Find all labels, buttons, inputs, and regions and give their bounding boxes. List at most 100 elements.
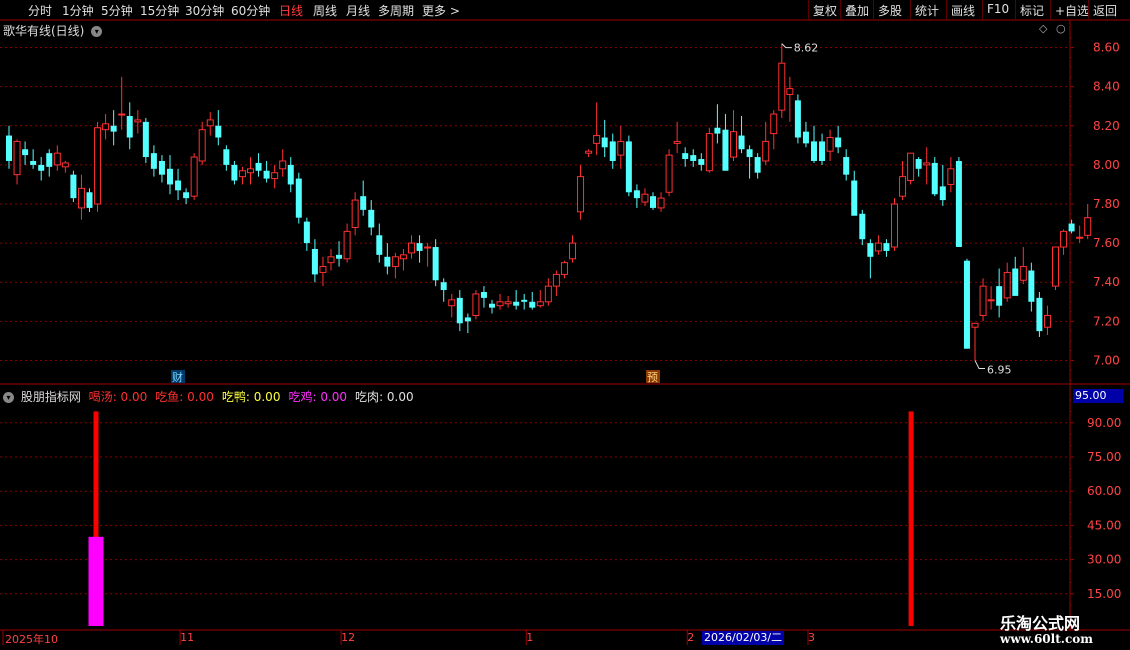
candle-body [971,322,979,328]
candle-body [223,149,230,165]
candle-body [118,113,126,116]
candle-body [1003,271,1011,299]
candle-body [271,172,279,180]
candle-body [641,193,649,203]
candle-body [424,246,432,249]
candle-body [513,301,520,306]
event-marker: 预 [647,371,658,384]
candle-body [167,168,173,185]
candle-body [30,160,37,165]
candle-body [295,178,302,218]
candle-body [53,152,61,166]
candle-body [593,135,601,144]
candle-body [61,162,69,168]
indicator-y-tick: 15.00 [1087,587,1121,601]
indicator-name: 吃鱼 [155,390,180,404]
high-marker: 8.62 [794,42,819,55]
candle-body [521,299,528,302]
candle-body [794,100,801,138]
candle-body [126,116,133,138]
candle-body [714,127,721,134]
y-tick-label: 8.20 [1093,119,1120,133]
candle-body [859,213,866,240]
candle-body [1036,297,1043,332]
candle-body [504,301,512,305]
candle-body [1084,217,1092,236]
candle-body [923,162,931,166]
candle-body [77,187,85,209]
kline-chart[interactable]: 8.60 8.40 8.20 8.00 7.80 7.60 7.40 7.20 7.00 8.62… [0,0,1130,650]
indicator-title: 股朋指标网 [20,390,81,404]
candle-body [1076,236,1084,239]
candle-body [891,203,898,248]
candle-body [979,285,987,316]
candle-body [303,221,310,244]
candle-body [150,153,157,169]
candle-body [6,135,12,161]
candle-body [754,157,761,173]
candle-body [86,192,93,208]
x-axis-label: 11 [180,631,195,644]
candle-body [456,297,463,324]
candle-body [360,196,367,210]
candle-body [376,235,383,255]
cursor-date: 2026/02/03/二 [702,631,785,645]
candle-body [819,141,826,161]
indicator-y-tick: 30.00 [1087,553,1121,567]
candle-body [931,162,938,195]
indicator-value: 0.00 [320,390,348,404]
candle-body [206,119,214,127]
candle-body [955,160,962,248]
candle-body [698,159,705,165]
candle-body [690,155,697,161]
candle-body [440,282,447,291]
candle-body [778,62,786,111]
candle-body [399,254,407,260]
x-axis-label: 2 [687,631,695,644]
candle-body [263,170,270,179]
x-axis-label: 12 [341,631,356,644]
candle-body [464,317,471,322]
candle-body [722,129,729,171]
candle-body [682,153,689,160]
candle-body [408,242,415,254]
candle-body [416,243,423,251]
candle-body [110,125,117,132]
y-tick-label: 7.80 [1093,197,1120,211]
candle-body [811,141,817,161]
candle-body [46,153,53,167]
candle-body [867,243,874,257]
y-tick-label: 8.40 [1093,80,1120,94]
candle-body [609,141,616,161]
candle-body [255,162,262,171]
current-value-badge: 95.00 [1073,389,1123,403]
indicator-value: 0.00 [120,390,148,404]
candle-body [496,301,504,307]
indicator-y-tick: 45.00 [1087,518,1121,532]
candle-body [625,141,632,193]
candle-body [480,292,487,298]
candle-body [673,140,681,144]
candle-body [1068,223,1075,232]
candle-body [432,247,439,281]
candle-body [142,121,149,158]
candle-body [650,196,656,208]
candle-body [617,140,625,156]
candle-body [215,125,222,138]
candle-body [13,140,21,176]
candle-body [762,140,770,162]
candle-body [448,299,456,307]
candle-body [826,137,834,152]
candle-body [183,192,190,199]
candle-body [569,242,576,260]
candle-body [319,266,327,273]
candle-body [351,199,359,228]
chevron-down-icon[interactable]: ▾ [3,392,14,403]
indicator-name: 吃肉 [355,390,380,404]
candle-body [311,248,318,275]
candle-body [996,286,1003,306]
candle-body [1043,314,1051,328]
candle-body [336,254,343,259]
indicator-value: 0.00 [187,390,214,404]
candle-body [705,133,713,172]
